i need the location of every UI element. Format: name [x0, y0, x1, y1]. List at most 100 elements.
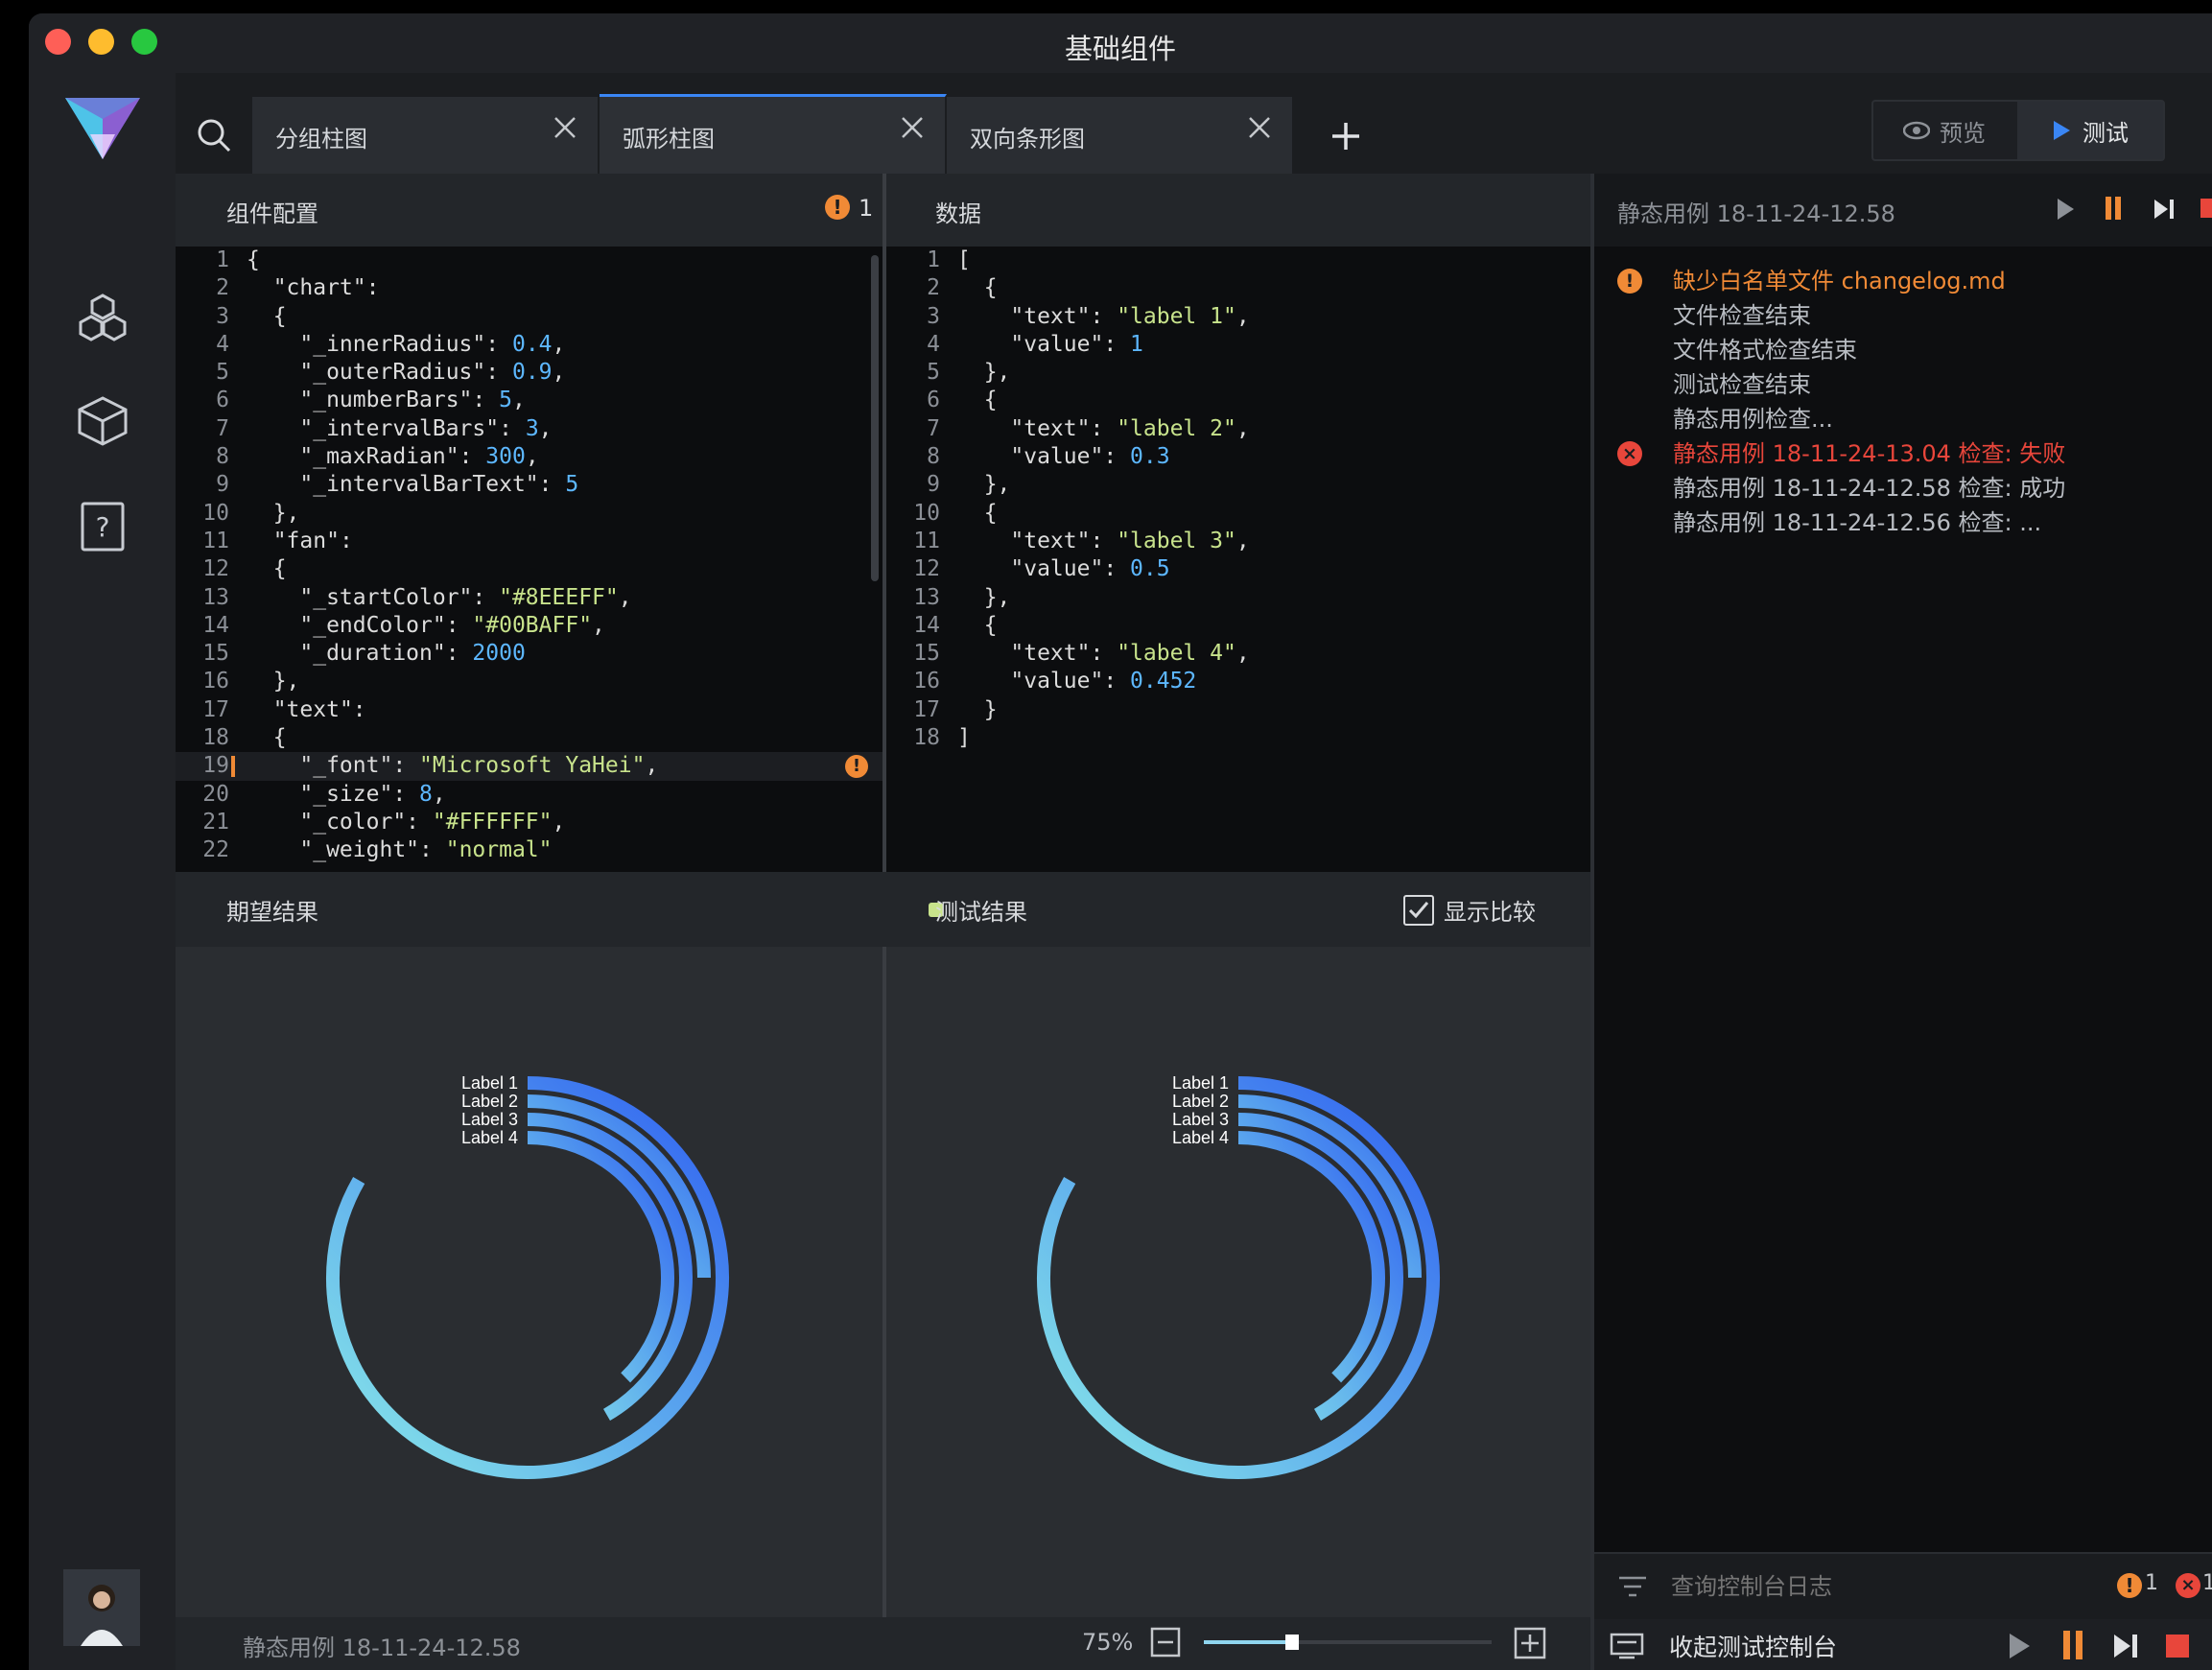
code-line[interactable]: 7 "_intervalBars": 3, — [176, 415, 882, 443]
line-number: 5 — [216, 360, 229, 386]
code-line[interactable]: 3 "text": "label 1", — [886, 303, 1590, 331]
code-line[interactable]: 8 "value": 0.3 — [886, 443, 1590, 471]
play-icon[interactable] — [2007, 1632, 2032, 1664]
pause-icon[interactable] — [2103, 195, 2124, 225]
code-line[interactable]: 10 { — [886, 500, 1590, 528]
compare-checkbox[interactable] — [1403, 895, 1434, 926]
pause-icon[interactable] — [2060, 1629, 2085, 1665]
code-text: "text": "label 3", — [1010, 528, 1250, 553]
code-text: "chart": — [272, 275, 380, 301]
search-icon[interactable] — [176, 97, 252, 174]
code-line[interactable]: 14 { — [886, 612, 1590, 640]
code-line[interactable]: 19 "_font": "Microsoft YaHei",! — [176, 752, 882, 781]
line-number: 21 — [202, 809, 229, 835]
close-icon[interactable] — [899, 114, 926, 145]
code-line[interactable]: 3 { — [176, 303, 882, 331]
data-editor[interactable]: 1[2 {3 "text": "label 1", 4 "value": 15 }… — [886, 247, 1590, 872]
code-line[interactable]: 16 }, — [176, 668, 882, 695]
compare-label[interactable]: 显示比较 — [1444, 893, 1536, 927]
tab-bidirectional-bar[interactable]: 双向条形图 — [947, 97, 1294, 174]
config-editor[interactable]: 1{2 "chart": 3 {4 "_innerRadius": 0.4, 5 "… — [176, 247, 882, 872]
code-line[interactable]: 11 "text": "label 3", — [886, 528, 1590, 555]
code-line[interactable]: 5 "_outerRadius": 0.9, — [176, 359, 882, 387]
console-collapse-icon[interactable] — [1610, 1633, 1644, 1663]
code-line[interactable]: 9 "_intervalBarText": 5 — [176, 471, 882, 499]
stop-icon[interactable] — [2200, 199, 2212, 218]
tab-grouped-bar[interactable]: 分组柱图 — [252, 97, 600, 174]
add-tab-button[interactable] — [1327, 117, 1365, 155]
zoom-out-button[interactable] — [1150, 1627, 1181, 1658]
code-line[interactable]: 11 "fan": — [176, 528, 882, 555]
console-message-text: 静态用例 18-11-24-12.58 检查: 成功 — [1673, 475, 2066, 502]
data-panel-header: 数据 — [886, 174, 1590, 247]
code-text: "value": 0.5 — [1010, 556, 1170, 582]
code-line[interactable]: 8 "_maxRadian": 300, — [176, 443, 882, 471]
code-text: "_innerRadius": 0.4, — [299, 331, 566, 357]
code-line[interactable]: 6 "_numberBars": 5, — [176, 387, 882, 414]
code-line[interactable]: 17 } — [886, 696, 1590, 724]
stop-icon[interactable] — [2166, 1635, 2189, 1658]
close-icon[interactable] — [552, 114, 578, 145]
code-line[interactable]: 12 { — [176, 555, 882, 583]
code-line[interactable]: 1[ — [886, 247, 1590, 274]
title-bar: 基础组件 — [29, 13, 2212, 73]
console-filter-input[interactable] — [1669, 1567, 1980, 1608]
play-icon[interactable] — [2055, 197, 2076, 225]
zoom-slider-handle[interactable] — [1285, 1635, 1299, 1650]
close-icon[interactable] — [1246, 114, 1273, 145]
code-line[interactable]: 15 "text": "label 4", — [886, 640, 1590, 668]
code-line[interactable]: 18] — [886, 724, 1590, 752]
line-number: 5 — [927, 360, 940, 386]
code-text: { — [247, 303, 287, 329]
code-line[interactable]: 20 "_size": 8, — [176, 781, 882, 809]
code-line[interactable]: 10 }, — [176, 500, 882, 528]
avatar[interactable] — [63, 1569, 140, 1646]
components-icon[interactable] — [71, 286, 134, 349]
config-scrollbar[interactable] — [871, 255, 879, 581]
code-line[interactable]: 5 }, — [886, 359, 1590, 387]
code-line[interactable]: 4 "value": 1 — [886, 331, 1590, 359]
line-number: 4 — [216, 331, 229, 357]
line-number: 18 — [202, 725, 229, 751]
code-line[interactable]: 9 }, — [886, 471, 1590, 499]
step-icon[interactable] — [2153, 197, 2176, 225]
code-line[interactable]: 2 { — [886, 274, 1590, 302]
line-number: 14 — [202, 612, 229, 638]
code-line[interactable]: 15 "_duration": 2000 — [176, 640, 882, 668]
tab-arc-bar[interactable]: 弧形柱图 — [600, 94, 947, 176]
code-line[interactable]: 12 "value": 0.5 — [886, 555, 1590, 583]
console-footer: 收起测试控制台 — [1594, 1619, 2212, 1670]
filter-icon — [1617, 1573, 1648, 1604]
code-line[interactable]: 21 "_color": "#FFFFFF", — [176, 809, 882, 836]
code-line[interactable]: 16 "value": 0.452 — [886, 668, 1590, 695]
code-line[interactable]: 13 "_startColor": "#8EEEFF", — [176, 584, 882, 612]
zoom-level: 75% — [1082, 1629, 1134, 1656]
code-text: }, — [247, 669, 300, 694]
code-line[interactable]: 18 { — [176, 724, 882, 752]
line-number: 13 — [202, 584, 229, 610]
code-text: ] — [957, 725, 971, 751]
cube-icon[interactable] — [71, 389, 134, 453]
code-line[interactable]: 2 "chart": — [176, 274, 882, 302]
collapse-console-button[interactable]: 收起测试控制台 — [1669, 1629, 1837, 1663]
help-icon[interactable]: ? — [71, 495, 134, 558]
preview-button[interactable]: 预览 — [1873, 102, 2015, 159]
code-line[interactable]: 6 { — [886, 387, 1590, 414]
warning-count: 1 — [859, 195, 874, 222]
code-text: "_startColor": "#8EEEFF", — [299, 584, 632, 610]
console-message: 文件检查结束 — [1594, 298, 2212, 333]
code-line[interactable]: 17 "text": — [176, 696, 882, 724]
code-line[interactable]: 4 "_innerRadius": 0.4, — [176, 331, 882, 359]
line-number: 15 — [913, 641, 940, 667]
test-button[interactable]: 测试 — [2017, 102, 2163, 159]
app-logo — [61, 92, 144, 163]
code-line[interactable]: 7 "text": "label 2", — [886, 415, 1590, 443]
console-message-text: 测试检查结束 — [1673, 371, 1811, 398]
code-line[interactable]: 14 "_endColor": "#00BAFF", — [176, 612, 882, 640]
zoom-slider[interactable] — [1204, 1635, 1492, 1650]
code-line[interactable]: 22 "_weight": "normal" — [176, 836, 882, 864]
step-icon[interactable] — [2112, 1632, 2139, 1664]
zoom-in-button[interactable] — [1514, 1627, 1546, 1659]
code-line[interactable]: 1{ — [176, 247, 882, 274]
code-line[interactable]: 13 }, — [886, 584, 1590, 612]
